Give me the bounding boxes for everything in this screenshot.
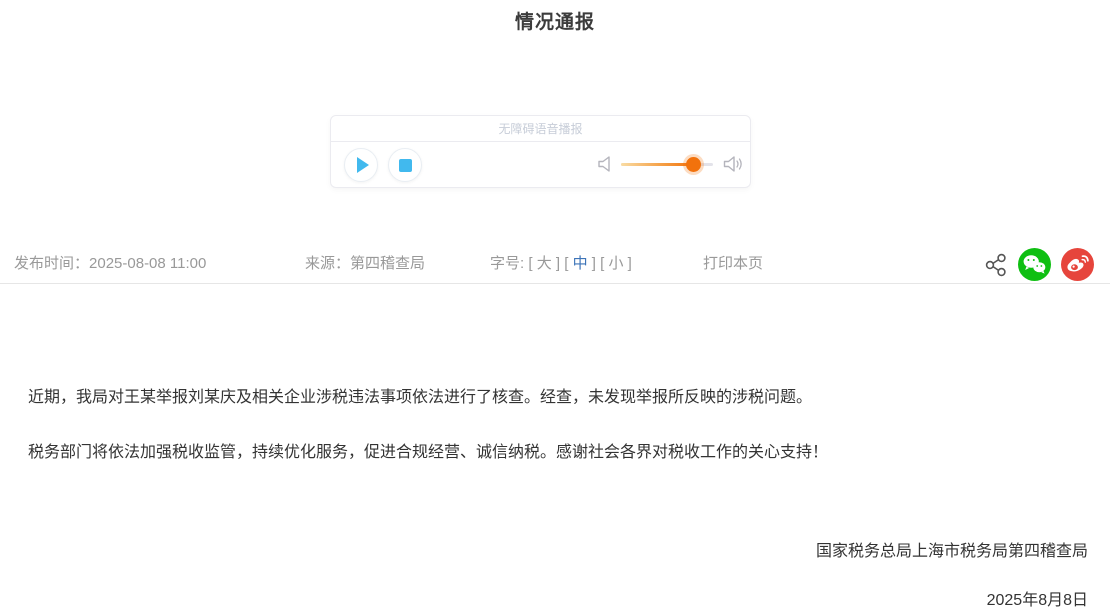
wechat-icon[interactable]: [1018, 248, 1051, 281]
article-paragraph-2: 税务部门将依法加强税收监管，持续优化服务，促进合规经营、诚信纳税。感谢社会各界对…: [28, 441, 1086, 465]
publish-time: 发布时间：2025-08-08 11:00: [14, 252, 206, 273]
source: 来源：第四稽查局: [305, 252, 425, 273]
share-buttons: [984, 248, 1094, 281]
content-divider: [0, 283, 1110, 284]
volume-high-icon: [723, 155, 745, 173]
print-page-button[interactable]: 打印本页: [703, 252, 763, 273]
fontsize-label: 字号:: [490, 255, 524, 272]
article-meta-bar: 发布时间：2025-08-08 11:00 来源：第四稽查局 字号: [ 大 ]…: [0, 248, 1110, 280]
page-title: 情况通报: [0, 7, 1110, 34]
fontsize-switcher: 字号: [ 大 ] [ 中 ] [ 小 ]: [490, 252, 632, 273]
fontsize-large-label: 大: [537, 255, 552, 272]
fontsize-medium-button[interactable]: [ 中 ]: [564, 255, 596, 272]
play-icon: [357, 157, 369, 173]
publish-time-label: 发布时间：: [14, 255, 89, 272]
volume-handle[interactable]: [686, 157, 701, 172]
fontsize-large-button[interactable]: [ 大 ]: [528, 255, 560, 272]
audio-player: 无障碍语音播报: [330, 115, 751, 188]
fontsize-small-label: 小: [608, 255, 623, 272]
article-signature: 国家税务总局上海市税务局第四稽查局: [816, 537, 1088, 561]
volume-slider[interactable]: [621, 163, 713, 166]
article-paragraph-1: 近期，我局对王某举报刘某庆及相关企业涉税违法事项依法进行了核查。经查，未发现举报…: [28, 386, 1086, 410]
source-label: 来源：: [305, 255, 350, 272]
volume-fill: [621, 163, 693, 166]
audio-player-label: 无障碍语音播报: [331, 116, 750, 142]
stop-button[interactable]: [388, 148, 422, 182]
fontsize-small-button[interactable]: [ 小 ]: [600, 255, 632, 272]
weibo-icon[interactable]: [1061, 248, 1094, 281]
fontsize-medium-label: 中: [573, 255, 588, 272]
volume-low-icon: [597, 155, 613, 173]
article-date: 2025年8月8日: [987, 586, 1088, 610]
source-value: 第四稽查局: [350, 255, 425, 272]
page: 情况通报 无障碍语音播报 发布时间：20: [0, 0, 1110, 610]
play-button[interactable]: [344, 148, 378, 182]
stop-icon: [399, 159, 412, 172]
publish-time-value: 2025-08-08 11:00: [89, 255, 206, 272]
audio-player-controls: [331, 142, 750, 188]
share-nodes-icon[interactable]: [984, 252, 1008, 278]
